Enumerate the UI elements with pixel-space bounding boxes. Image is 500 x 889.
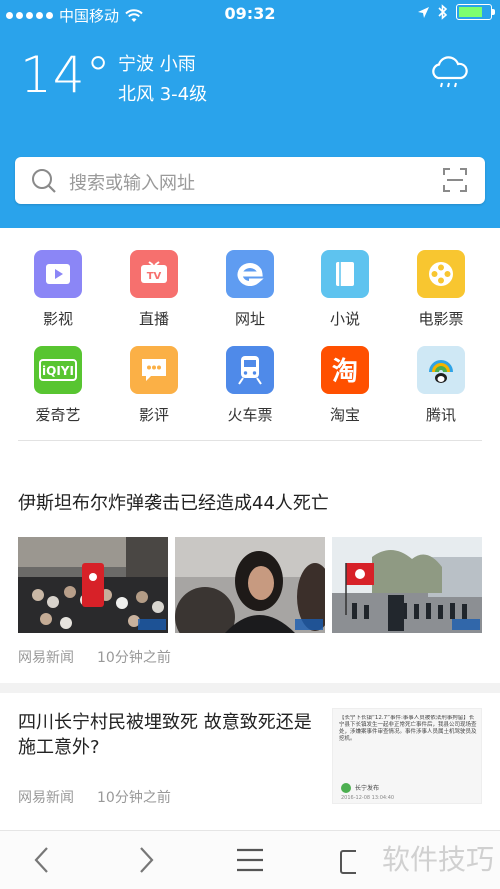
shortcut-label: 淘宝 xyxy=(329,406,360,424)
bluetooth-icon xyxy=(438,4,448,20)
browser-home-page: 中国移动 09:32 14° 宁波 小雨 北风 3-4级 搜索或输入网址 影视 … xyxy=(0,0,500,889)
city-condition: 宁波 小雨 xyxy=(118,54,196,75)
scan-qr-icon[interactable] xyxy=(443,168,467,192)
status-bar: 中国移动 09:32 xyxy=(0,0,500,28)
shortcut-label: 爱奇艺 xyxy=(35,406,81,424)
shortcut-label: 电影票 xyxy=(418,310,464,328)
shortcut-novel[interactable]: 小说 xyxy=(297,250,393,329)
search-bar[interactable]: 搜索或输入网址 xyxy=(15,157,485,204)
chat-bubble-icon xyxy=(130,346,178,394)
svg-text:淘: 淘 xyxy=(332,357,358,386)
watermark: 软件技巧 xyxy=(381,843,494,876)
forward-button[interactable] xyxy=(136,845,156,875)
shortcut-iqiyi[interactable]: iQIYI 爱奇艺 xyxy=(10,346,106,425)
shortcut-sites[interactable]: 网址 xyxy=(202,250,298,329)
news-time: 10分钟之前 xyxy=(97,650,171,666)
temperature: 14° xyxy=(20,46,112,104)
shortcut-review[interactable]: 影评 xyxy=(106,346,202,425)
thumb-post-text: 【长宁下长镇“12.7”事件:事事人员被依法刑事拘留】长宁县下长镇发生一起非正常… xyxy=(339,715,477,742)
film-reel-icon xyxy=(417,250,465,298)
shortcut-label: 腾讯 xyxy=(425,406,456,424)
shortcut-video[interactable]: 影视 xyxy=(10,250,106,329)
thumb-post-source: 长宁发布 xyxy=(355,785,380,792)
svg-text:TV: TV xyxy=(147,271,162,282)
train-icon xyxy=(226,346,274,394)
search-icon xyxy=(32,169,56,193)
shortcut-label: 小说 xyxy=(329,310,360,328)
shortcut-label: 火车票 xyxy=(227,406,273,424)
news-source: 网易新闻 xyxy=(18,650,74,666)
shortcut-train-ticket[interactable]: 火车票 xyxy=(202,346,298,425)
iqiyi-logo-icon: iQIYI xyxy=(34,346,82,394)
news-image-parade[interactable] xyxy=(332,537,482,633)
news-image-weibo-post[interactable]: 【长宁下长镇“12.7”事件:事事人员被依法刑事拘留】长宁县下长镇发生一起非正常… xyxy=(332,708,482,804)
thumb-post-date: 2016-12-08 13:04:40 xyxy=(341,795,395,801)
shortcut-label: 影评 xyxy=(138,406,169,424)
news-image-woman[interactable] xyxy=(175,537,325,633)
news-title[interactable]: 伊斯坦布尔炸弹袭击已经造成44人死亡 xyxy=(18,489,329,515)
location-arrow-icon xyxy=(418,6,429,18)
svg-text:iQIYI: iQIYI xyxy=(42,364,74,378)
weather-header: 中国移动 09:32 14° 宁波 小雨 北风 3-4级 搜索或输入网址 xyxy=(0,0,500,228)
cloud-rain-icon[interactable] xyxy=(428,56,470,92)
news-image-crowd[interactable] xyxy=(18,537,168,633)
shortcut-live[interactable]: TV 直播 xyxy=(106,250,202,329)
video-icon xyxy=(34,250,82,298)
shortcut-taobao[interactable]: 淘 淘宝 xyxy=(297,346,393,425)
book-icon xyxy=(321,250,369,298)
shortcut-movie-ticket[interactable]: 电影票 xyxy=(393,250,489,329)
news-time: 10分钟之前 xyxy=(97,790,171,806)
news-source: 网易新闻 xyxy=(18,790,74,806)
section-gap xyxy=(0,683,500,693)
e-icon xyxy=(226,250,274,298)
divider xyxy=(18,440,482,441)
shortcut-label: 网址 xyxy=(234,310,265,328)
tabs-button[interactable] xyxy=(340,847,356,875)
tv-icon: TV xyxy=(130,250,178,298)
news-title[interactable]: 四川长宁村民被埋致死 故意致死还是施工意外? xyxy=(18,710,318,760)
shortcut-tencent[interactable]: 腾讯 xyxy=(393,346,489,425)
shortcut-label: 直播 xyxy=(138,310,169,328)
taobao-logo-icon: 淘 xyxy=(321,346,369,394)
back-button[interactable] xyxy=(32,845,52,875)
battery-icon xyxy=(456,4,495,20)
wind-info: 北风 3-4级 xyxy=(118,84,208,105)
shortcut-label: 影视 xyxy=(42,310,73,328)
tencent-logo-icon xyxy=(417,346,465,394)
menu-button[interactable] xyxy=(236,847,264,873)
avatar xyxy=(341,783,351,793)
search-placeholder: 搜索或输入网址 xyxy=(69,173,195,194)
